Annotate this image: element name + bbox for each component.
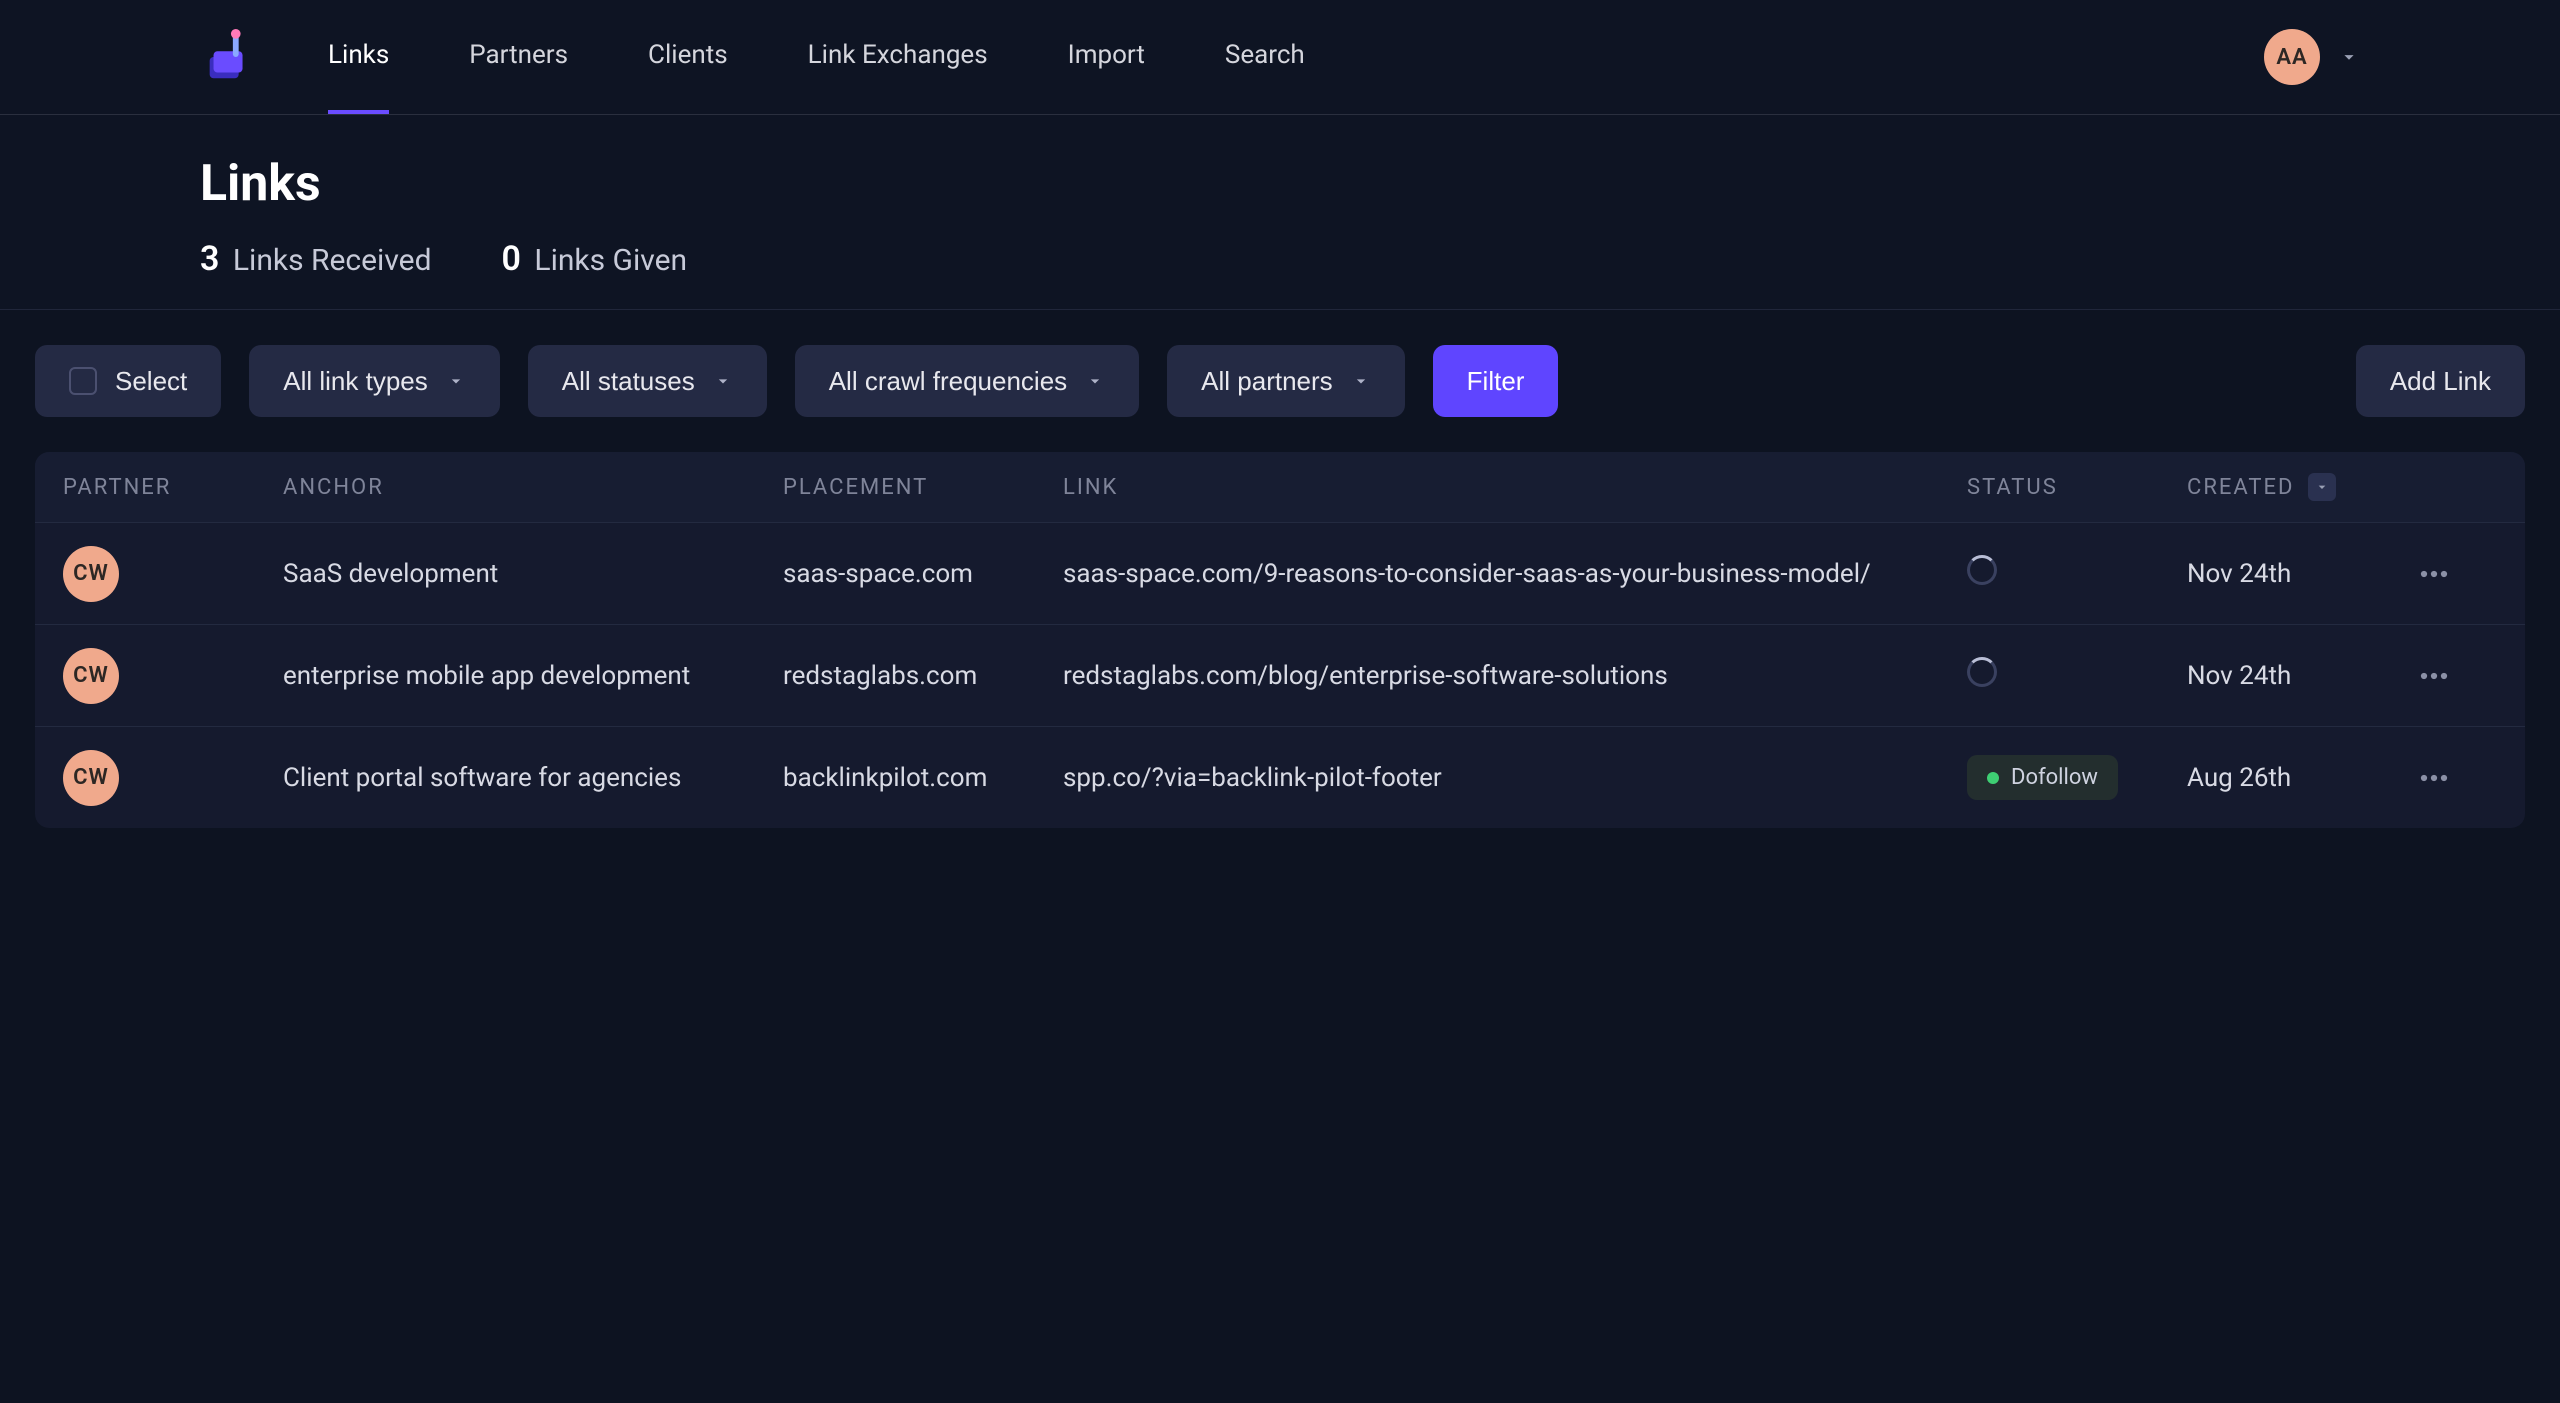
partner-initials: CW — [73, 561, 109, 586]
tab-count: 0 — [502, 239, 521, 279]
links-table-wrapper: PARTNER ANCHOR PLACEMENT LINK STATUS CRE… — [0, 417, 2560, 828]
column-anchor[interactable]: ANCHOR — [283, 475, 783, 500]
tab-links-received[interactable]: 3 Links Received — [200, 239, 432, 279]
chevron-down-icon — [446, 371, 466, 391]
link-cell[interactable]: spp.co/?via=backlink-pilot-footer — [1063, 763, 1967, 793]
page-header: Links 3 Links Received 0 Links Given — [0, 115, 2560, 310]
user-initials: AA — [2276, 45, 2307, 70]
nav-item-import[interactable]: Import — [1068, 0, 1145, 114]
select-label: Select — [115, 366, 187, 397]
column-partner[interactable]: PARTNER — [63, 475, 283, 500]
table-header: PARTNER ANCHOR PLACEMENT LINK STATUS CRE… — [35, 452, 2525, 522]
partner-avatar[interactable]: CW — [63, 648, 119, 704]
nav-item-links[interactable]: Links — [328, 0, 389, 114]
add-link-button[interactable]: Add Link — [2356, 345, 2525, 417]
anchor-cell[interactable]: enterprise mobile app development — [283, 661, 783, 691]
select-button[interactable]: Select — [35, 345, 221, 417]
tab-label: Links Received — [233, 243, 432, 278]
nav-item-link-exchanges[interactable]: Link Exchanges — [808, 0, 988, 114]
nav-item-label: Clients — [648, 40, 728, 70]
placement-cell[interactable]: redstaglabs.com — [783, 661, 1063, 691]
partners-dropdown[interactable]: All partners — [1167, 345, 1405, 417]
table-row[interactable]: CW SaaS development saas-space.com saas-… — [35, 522, 2525, 624]
created-cell: Nov 24th — [2187, 661, 2407, 691]
page-tabs: 3 Links Received 0 Links Given — [200, 239, 2360, 279]
user-menu-chevron-icon[interactable] — [2338, 46, 2360, 68]
partner-initials: CW — [73, 765, 109, 790]
loading-spinner-icon — [1967, 555, 1997, 585]
toolbar: Select All link types All statuses All c… — [0, 310, 2560, 417]
more-icon — [2419, 773, 2449, 783]
primary-nav: Links Partners Clients Link Exchanges Im… — [328, 0, 1305, 114]
nav-item-label: Search — [1225, 40, 1305, 70]
status-dot-icon — [1987, 772, 1999, 784]
user-avatar[interactable]: AA — [2264, 29, 2320, 85]
filter-button[interactable]: Filter — [1433, 345, 1559, 417]
created-cell: Nov 24th — [2187, 559, 2407, 589]
nav-item-label: Import — [1068, 40, 1145, 70]
select-checkbox-icon — [69, 367, 97, 395]
partner-cell: CW — [63, 546, 283, 602]
row-actions-button[interactable] — [2407, 658, 2461, 694]
partner-avatar[interactable]: CW — [63, 750, 119, 806]
table-row[interactable]: CW Client portal software for agencies b… — [35, 726, 2525, 828]
link-types-dropdown[interactable]: All link types — [249, 345, 500, 417]
tab-label: Links Given — [534, 243, 687, 278]
column-link[interactable]: LINK — [1063, 475, 1967, 500]
placement-cell[interactable]: saas-space.com — [783, 559, 1063, 589]
link-cell[interactable]: redstaglabs.com/blog/enterprise-software… — [1063, 661, 1967, 691]
column-created[interactable]: CREATED — [2187, 473, 2407, 501]
anchor-cell[interactable]: SaaS development — [283, 559, 783, 589]
column-status[interactable]: STATUS — [1967, 475, 2187, 500]
filter-label: Filter — [1467, 366, 1525, 397]
nav-item-label: Partners — [469, 40, 568, 70]
link-cell[interactable]: saas-space.com/9-reasons-to-consider-saa… — [1063, 559, 1967, 589]
status-cell: Dofollow — [1967, 755, 2187, 800]
status-cell — [1967, 555, 2187, 592]
status-label: Dofollow — [2011, 765, 2098, 790]
crawl-frequencies-dropdown[interactable]: All crawl frequencies — [795, 345, 1139, 417]
row-actions-button[interactable] — [2407, 556, 2461, 592]
links-table: PARTNER ANCHOR PLACEMENT LINK STATUS CRE… — [35, 452, 2525, 828]
dropdown-label: All partners — [1201, 366, 1333, 397]
add-link-label: Add Link — [2390, 366, 2491, 397]
tab-links-given[interactable]: 0 Links Given — [502, 239, 688, 279]
sort-direction-icon[interactable] — [2308, 473, 2336, 501]
column-created-label: CREATED — [2187, 475, 2294, 500]
partner-initials: CW — [73, 663, 109, 688]
partner-cell: CW — [63, 648, 283, 704]
dropdown-label: All link types — [283, 366, 428, 397]
nav-item-label: Link Exchanges — [808, 40, 988, 70]
chevron-down-icon — [1085, 371, 1105, 391]
nav-item-partners[interactable]: Partners — [469, 0, 568, 114]
partner-cell: CW — [63, 750, 283, 806]
status-badge: Dofollow — [1967, 755, 2118, 800]
dropdown-label: All statuses — [562, 366, 695, 397]
table-row[interactable]: CW enterprise mobile app development red… — [35, 624, 2525, 726]
partner-avatar[interactable]: CW — [63, 546, 119, 602]
tab-count: 3 — [200, 239, 219, 279]
app-logo-icon[interactable] — [200, 28, 258, 86]
nav-item-search[interactable]: Search — [1225, 0, 1305, 114]
chevron-down-icon — [713, 371, 733, 391]
nav-item-label: Links — [328, 40, 389, 70]
loading-spinner-icon — [1967, 657, 1997, 687]
nav-item-clients[interactable]: Clients — [648, 0, 728, 114]
placement-cell[interactable]: backlinkpilot.com — [783, 763, 1063, 793]
statuses-dropdown[interactable]: All statuses — [528, 345, 767, 417]
page-title: Links — [200, 155, 2360, 213]
row-actions-button[interactable] — [2407, 760, 2461, 796]
more-icon — [2419, 569, 2449, 579]
anchor-cell[interactable]: Client portal software for agencies — [283, 763, 783, 793]
dropdown-label: All crawl frequencies — [829, 366, 1067, 397]
status-cell — [1967, 657, 2187, 694]
top-navigation: Links Partners Clients Link Exchanges Im… — [0, 0, 2560, 115]
chevron-down-icon — [1351, 371, 1371, 391]
column-placement[interactable]: PLACEMENT — [783, 475, 1063, 500]
created-cell: Aug 26th — [2187, 763, 2407, 793]
more-icon — [2419, 671, 2449, 681]
